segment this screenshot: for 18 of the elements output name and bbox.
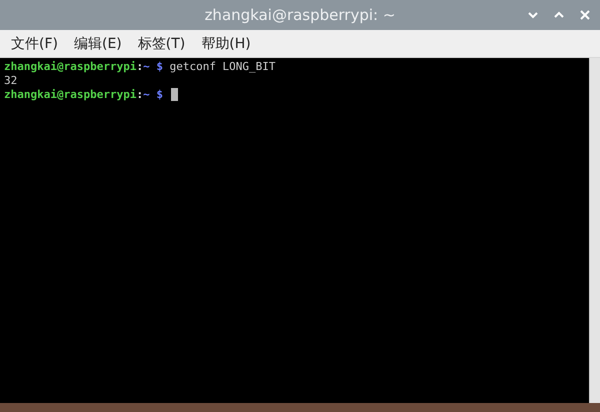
menu-item[interactable]: 文件(F) [4,34,65,52]
menu-item[interactable]: 编辑(E) [66,34,129,52]
prompt-separator: : [136,60,144,74]
menu-item[interactable]: 帮助(H) [194,34,258,52]
window-title: zhangkai@raspberrypi: ~ [204,6,396,24]
prompt-user-host: zhangkai@raspberrypi [4,60,136,74]
text-cursor [170,88,178,101]
menu-item[interactable]: 标签(T) [130,34,192,52]
prompt-user-host: zhangkai@raspberrypi [4,88,136,102]
prompt-path: ~ [143,88,150,102]
prompt-symbol: $ [156,60,163,74]
prompt-separator: : [136,88,144,102]
close-icon [579,9,591,21]
prompt-symbol: $ [156,88,163,102]
scrollbar[interactable] [589,58,600,403]
output-text: 32 [4,74,18,88]
prompt-path: ~ [143,60,150,74]
command-text: getconf LONG_BIT [170,60,276,74]
